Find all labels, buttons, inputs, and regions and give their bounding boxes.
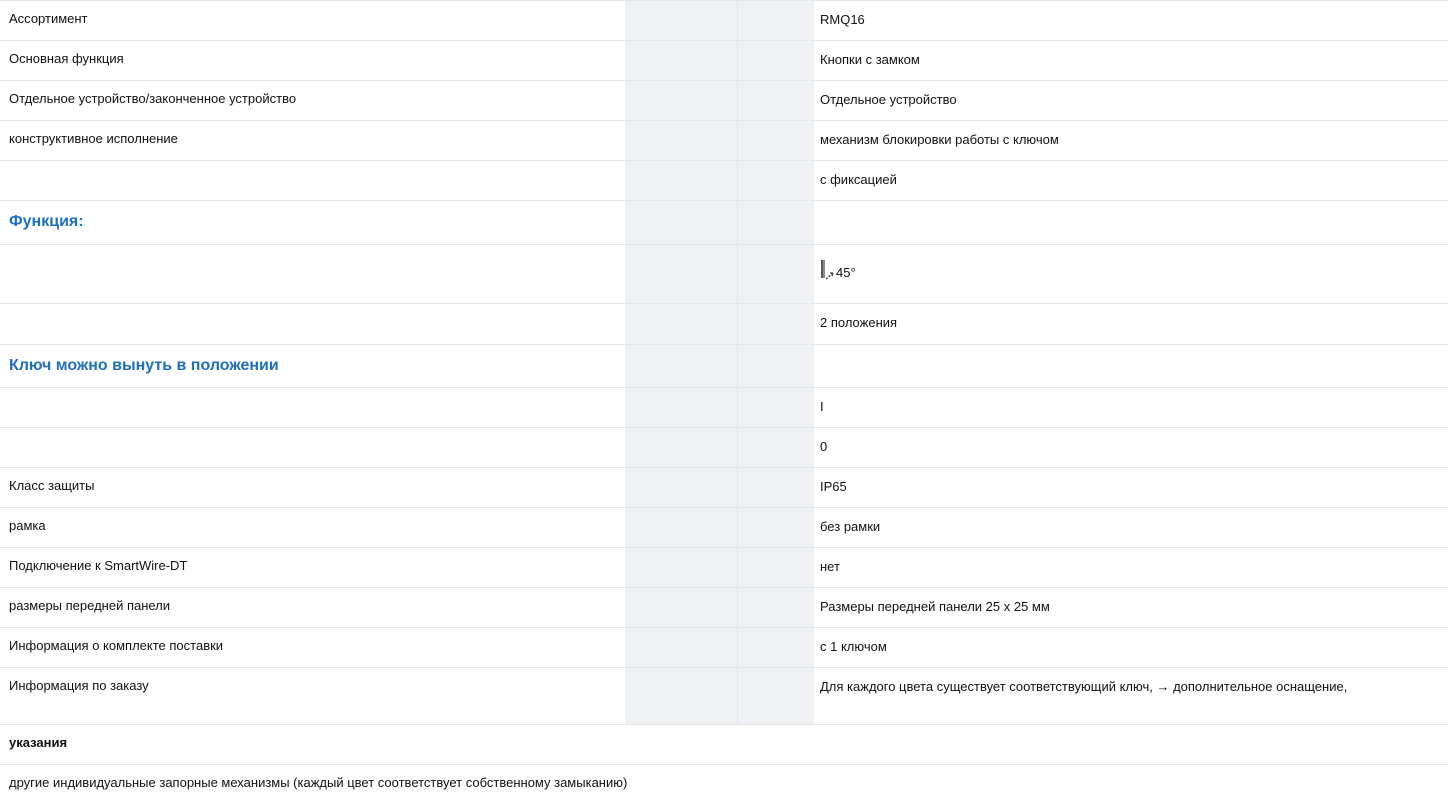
spec-label: Подключение к SmartWire-DT bbox=[9, 558, 188, 573]
spec-label: Информация по заказу bbox=[9, 678, 149, 693]
function-row-angle: 45° bbox=[0, 244, 1448, 303]
notes-heading-row: указания bbox=[0, 724, 1448, 764]
spacer-col bbox=[738, 508, 814, 547]
spacer-col bbox=[625, 41, 738, 80]
key-row-position-1: I bbox=[0, 387, 1448, 427]
spec-label: Основная функция bbox=[9, 51, 124, 66]
spacer-col bbox=[738, 668, 814, 724]
spec-value: с 1 ключом bbox=[820, 639, 887, 654]
spec-value: 45° bbox=[814, 245, 1448, 303]
spacer-col bbox=[625, 245, 738, 303]
spec-label: размеры передней панели bbox=[9, 598, 171, 613]
spec-value: с фиксацией bbox=[820, 172, 897, 187]
spec-label: конструктивное исполнение bbox=[9, 131, 178, 146]
empty-cell bbox=[0, 428, 625, 467]
spec-row-protection: Класс защиты IP65 bbox=[0, 467, 1448, 507]
spec-row-delivery: Информация о комплекте поставки с 1 ключ… bbox=[0, 627, 1448, 667]
key-row-position-0: 0 bbox=[0, 427, 1448, 467]
spec-label: Информация о комплекте поставки bbox=[9, 638, 224, 653]
spacer-col bbox=[625, 428, 738, 467]
spacer-col bbox=[738, 388, 814, 427]
spec-value: Кнопки с замком bbox=[820, 52, 920, 67]
spacer-col bbox=[738, 81, 814, 120]
notes-text: другие индивидуальные запорные механизмы… bbox=[9, 775, 628, 790]
spacer-col bbox=[738, 588, 814, 627]
spec-row-device-type: Отдельное устройство/законченное устройс… bbox=[0, 80, 1448, 120]
angle-value: 45° bbox=[820, 259, 856, 281]
spacer-col bbox=[625, 161, 738, 200]
spacer-col bbox=[738, 468, 814, 507]
empty-cell bbox=[814, 201, 1448, 244]
section-key-removable: Ключ можно вынуть в положении bbox=[0, 344, 1448, 387]
spacer-col bbox=[625, 548, 738, 587]
spacer-col bbox=[625, 508, 738, 547]
spacer-col bbox=[625, 588, 738, 627]
spec-value: 0 bbox=[820, 439, 828, 454]
spec-value: механизм блокировки работы с ключом bbox=[820, 132, 1059, 147]
spacer-col bbox=[738, 201, 814, 244]
spacer-col bbox=[625, 468, 738, 507]
spacer-col bbox=[738, 345, 814, 387]
spec-row-smartwire: Подключение к SmartWire-DT нет bbox=[0, 547, 1448, 587]
angle-label: 45° bbox=[836, 265, 856, 280]
spec-value: Отдельное устройство bbox=[820, 92, 957, 107]
spacer-col bbox=[625, 345, 738, 387]
spec-label: Отдельное устройство/законченное устройс… bbox=[9, 91, 297, 106]
spacer-col bbox=[738, 245, 814, 303]
spec-row-frame: рамка без рамки bbox=[0, 507, 1448, 547]
spacer-col bbox=[625, 1, 738, 40]
spacer-col bbox=[738, 1, 814, 40]
spacer-col bbox=[738, 628, 814, 667]
spec-value: Размеры передней панели 25 x 25 мм bbox=[820, 599, 1050, 614]
spec-value: нет bbox=[820, 559, 840, 574]
spec-row-front-dimensions: размеры передней панели Размеры передней… bbox=[0, 587, 1448, 627]
spec-label: Ассортимент bbox=[9, 11, 88, 26]
spacer-col bbox=[738, 161, 814, 200]
section-title: Функция: bbox=[9, 213, 84, 230]
spacer-col bbox=[625, 628, 738, 667]
spec-row-main-function: Основная функция Кнопки с замком bbox=[0, 40, 1448, 80]
switch-angle-icon bbox=[821, 260, 834, 280]
spec-label: Класс защиты bbox=[9, 478, 95, 493]
empty-cell bbox=[0, 388, 625, 427]
spacer-col bbox=[625, 201, 738, 244]
spacer-col bbox=[625, 668, 738, 724]
spacer-col bbox=[625, 121, 738, 160]
empty-cell bbox=[0, 304, 625, 344]
spec-value: 2 положения bbox=[820, 315, 898, 330]
spec-value: IP65 bbox=[820, 479, 847, 494]
spacer-col bbox=[738, 121, 814, 160]
notes-text-row: другие индивидуальные запорные механизмы… bbox=[0, 764, 1448, 805]
spec-table: Ассортимент RMQ16 Основная функция Кнопк… bbox=[0, 0, 1448, 805]
function-row-positions: 2 положения bbox=[0, 303, 1448, 344]
spec-row-design: конструктивное исполнение механизм блоки… bbox=[0, 120, 1448, 160]
spec-value: Для каждого цвета существует соответству… bbox=[820, 679, 1348, 694]
spec-value: без рамки bbox=[820, 519, 881, 534]
spec-value: RMQ16 bbox=[820, 12, 865, 27]
spacer-col bbox=[625, 304, 738, 344]
spacer-col bbox=[625, 388, 738, 427]
empty-cell bbox=[0, 245, 625, 303]
empty-cell bbox=[814, 345, 1448, 387]
spec-label bbox=[0, 161, 625, 200]
notes-title: указания bbox=[9, 735, 68, 750]
spec-value: I bbox=[820, 399, 824, 414]
spec-row-order-info: Информация по заказу Для каждого цвета с… bbox=[0, 667, 1448, 724]
spacer-col bbox=[738, 548, 814, 587]
section-function: Функция: bbox=[0, 200, 1448, 244]
spacer-col bbox=[625, 81, 738, 120]
spec-row-design-2: с фиксацией bbox=[0, 160, 1448, 200]
spacer-col bbox=[738, 428, 814, 467]
spacer-col bbox=[738, 304, 814, 344]
spec-row-assortment: Ассортимент RMQ16 bbox=[0, 0, 1448, 40]
spacer-col bbox=[738, 41, 814, 80]
section-title: Ключ можно вынуть в положении bbox=[9, 357, 279, 374]
spec-label: рамка bbox=[9, 518, 46, 533]
